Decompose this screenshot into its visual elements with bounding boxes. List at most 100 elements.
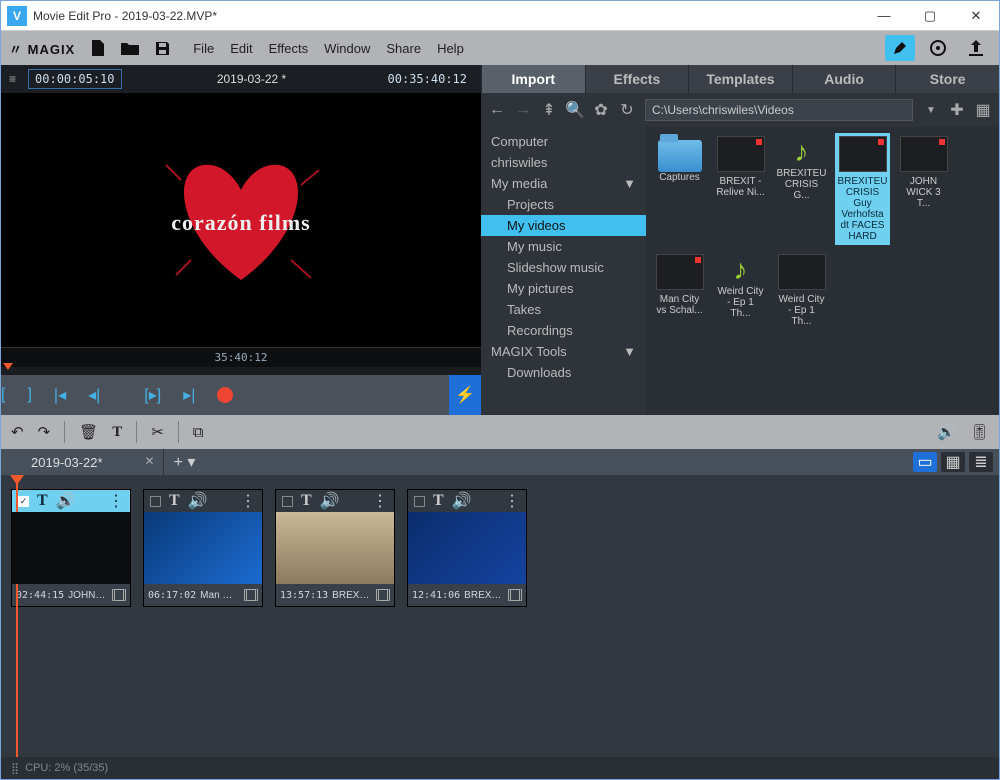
clip-audio-icon[interactable]: 🔊 [320, 491, 340, 511]
media-thumb[interactable]: BREXIT - Relive Ni... [713, 133, 768, 245]
storyboard-clip[interactable]: T🔊⋮06:17:02Man ….mp4 [143, 489, 263, 607]
media-thumb[interactable]: BREXITEU CRISIS Guy Verhofsta dt FACES H… [835, 133, 890, 245]
delete-icon[interactable]: 🗑 [79, 423, 98, 441]
close-tab-icon[interactable]: ✕ [145, 454, 155, 468]
hamburger-icon[interactable]: ≡ [9, 72, 16, 86]
export-icon[interactable] [961, 35, 991, 61]
mixer-icon[interactable]: 🎚 [970, 423, 989, 441]
path-input[interactable] [645, 99, 913, 121]
tree-node-recordings[interactable]: Recordings [481, 320, 646, 341]
tab-import[interactable]: Import [481, 65, 585, 93]
maximize-button[interactable]: ▢ [907, 1, 953, 31]
view-grid-icon[interactable]: ▦ [975, 102, 991, 118]
save-icon[interactable] [153, 39, 171, 57]
tree-node-mymedia[interactable]: My media▼ [481, 173, 646, 194]
view-storyboard-icon[interactable]: ▭ [913, 452, 937, 472]
cut-icon[interactable]: ✂ [151, 423, 164, 441]
preview-canvas[interactable]: corazón films [1, 93, 481, 347]
undo-icon[interactable]: ↶ [11, 423, 24, 441]
clip-menu-icon[interactable]: ⋮ [108, 491, 124, 511]
menu-window[interactable]: Window [324, 41, 370, 56]
tree-node-mymusic[interactable]: My music [481, 236, 646, 257]
nav-back-icon[interactable]: ← [489, 102, 505, 118]
media-thumb[interactable]: ♪BREXITEU CRISIS G... [774, 133, 829, 245]
new-file-icon[interactable] [89, 39, 107, 57]
play-range-icon[interactable]: [▸] [144, 385, 161, 405]
quick-action-icon[interactable]: ⚡ [449, 375, 481, 415]
settings-icon[interactable]: ✿ [593, 102, 609, 118]
edit-mode-icon[interactable] [885, 35, 915, 61]
clip-title-icon[interactable]: T [301, 492, 312, 510]
open-folder-icon[interactable] [121, 39, 139, 57]
tree-node-projects[interactable]: Projects [481, 194, 646, 215]
tab-effects[interactable]: Effects [585, 65, 689, 93]
tree-node-user[interactable]: chriswiles [481, 152, 646, 173]
playhead-marker-icon[interactable] [3, 363, 13, 370]
tab-templates[interactable]: Templates [688, 65, 792, 93]
mark-out-icon[interactable]: ] [27, 386, 31, 404]
clip-title-icon[interactable]: T [433, 492, 444, 510]
tree-node-magixtools[interactable]: MAGIX Tools▼ [481, 341, 646, 362]
go-end-icon[interactable]: ▸| [183, 385, 195, 405]
storyboard-clip[interactable]: T🔊⋮12:41:06BREX….mp4 [407, 489, 527, 607]
clip-title-icon[interactable]: T [169, 492, 180, 510]
clip-audio-icon[interactable]: 🔊 [452, 491, 472, 511]
record-button[interactable] [217, 387, 233, 403]
burn-disc-icon[interactable] [923, 35, 953, 61]
tree-node-downloads[interactable]: Downloads [481, 362, 646, 383]
path-dropdown-icon[interactable]: ▼ [923, 102, 939, 118]
view-scene-icon[interactable]: ▦ [941, 452, 965, 472]
clip-audio-icon[interactable]: 🔊 [56, 491, 76, 511]
menu-help[interactable]: Help [437, 41, 464, 56]
clip-title-icon[interactable]: T [37, 492, 48, 510]
preview-scrubber[interactable] [1, 367, 481, 375]
timeline-tab[interactable]: 2019-03-22* ✕ [1, 449, 163, 475]
close-button[interactable]: ✕ [953, 1, 999, 31]
media-thumb[interactable]: Man City vs Schal... [652, 251, 707, 330]
tree-node-takes[interactable]: Takes [481, 299, 646, 320]
view-timeline-icon[interactable]: ≣ [969, 452, 993, 472]
volume-icon[interactable]: 🔊 [937, 423, 956, 441]
up-folder-icon[interactable]: ⇞ [541, 102, 557, 118]
menu-share[interactable]: Share [386, 41, 421, 56]
add-media-icon[interactable]: ✚ [949, 102, 965, 118]
clip-checkbox[interactable]: ✓ [18, 496, 29, 507]
prev-frame-icon[interactable]: ◂| [88, 385, 100, 405]
chevron-down-icon[interactable]: ▼ [623, 176, 636, 191]
menu-file[interactable]: File [193, 41, 214, 56]
storyboard-clip[interactable]: T🔊⋮13:57:13BREX….mp4 [275, 489, 395, 607]
mark-in-icon[interactable]: [ [1, 386, 5, 404]
clip-menu-icon[interactable]: ⋮ [372, 491, 388, 511]
media-thumb[interactable]: Captures [652, 133, 707, 245]
add-timeline-tab[interactable]: + ▾ [163, 449, 206, 475]
menu-edit[interactable]: Edit [230, 41, 252, 56]
clip-audio-icon[interactable]: 🔊 [188, 491, 208, 511]
tab-audio[interactable]: Audio [792, 65, 896, 93]
refresh-icon[interactable]: ↻ [619, 102, 635, 118]
media-thumb[interactable]: JOHN WICK 3 T... [896, 133, 951, 245]
title-icon[interactable]: T [112, 424, 122, 441]
storyboard[interactable]: ✓T🔊⋮02:44:15JOHN….mp4T🔊⋮06:17:02Man ….mp… [1, 475, 999, 757]
nav-forward-icon[interactable]: → [515, 102, 531, 118]
clip-checkbox[interactable] [150, 496, 161, 507]
redo-icon[interactable]: ↷ [38, 423, 51, 441]
menu-effects[interactable]: Effects [269, 41, 309, 56]
media-thumb[interactable]: ♪Weird City - Ep 1 Th... [713, 251, 768, 330]
tree-node-myvideos[interactable]: My videos [481, 215, 646, 236]
tree-node-computer[interactable]: Computer [481, 131, 646, 152]
search-icon[interactable]: 🔍 [567, 102, 583, 118]
tree-node-slideshow[interactable]: Slideshow music [481, 257, 646, 278]
media-thumb[interactable]: Weird City - Ep 1 Th... [774, 251, 829, 330]
timecode-in[interactable]: 00:00:05:10 [28, 69, 121, 89]
tab-store[interactable]: Store [895, 65, 999, 93]
chevron-down-icon[interactable]: ▼ [623, 344, 636, 359]
clip-menu-icon[interactable]: ⋮ [240, 491, 256, 511]
clip-checkbox[interactable] [282, 496, 293, 507]
minimize-button[interactable]: — [861, 1, 907, 31]
group-icon[interactable]: ⧉ [193, 424, 204, 441]
clip-menu-icon[interactable]: ⋮ [504, 491, 520, 511]
go-start-icon[interactable]: |◂ [54, 385, 66, 405]
clip-checkbox[interactable] [414, 496, 425, 507]
tree-node-pictures[interactable]: My pictures [481, 278, 646, 299]
storyboard-clip[interactable]: ✓T🔊⋮02:44:15JOHN….mp4 [11, 489, 131, 607]
